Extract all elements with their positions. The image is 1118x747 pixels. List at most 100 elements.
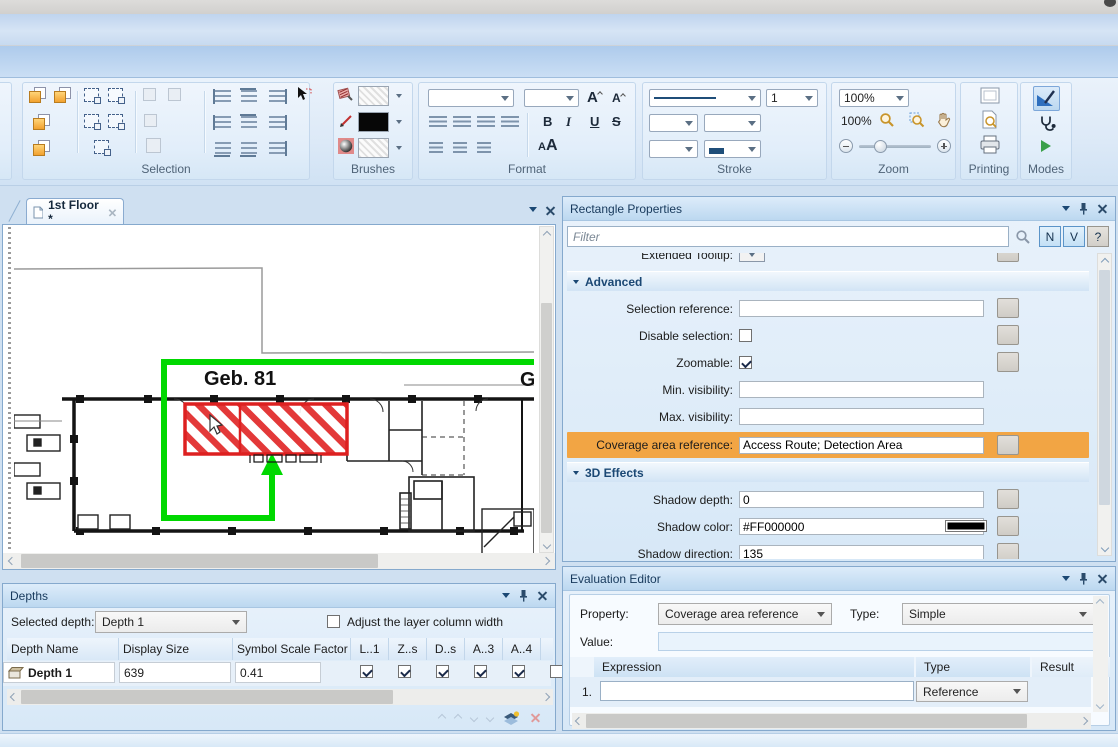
gradient-dropdown-icon[interactable] [396,146,402,150]
line-width-combo[interactable]: 1 [766,89,818,107]
stroke-pen-icon[interactable] [338,113,354,132]
property-input[interactable] [739,545,984,559]
font-family-combo[interactable] [428,89,514,107]
zoom-slider-track[interactable] [859,145,931,148]
column-header-4[interactable]: Z..s [389,638,427,660]
filter-help-button[interactable]: ? [1087,226,1109,247]
column-header-3[interactable]: L..1 [351,638,389,660]
column-header-0[interactable]: Depth Name [7,638,119,660]
property-checkbox[interactable] [739,356,752,369]
diagnostics-mode-icon[interactable] [1038,115,1056,136]
pin-icon[interactable] [519,589,528,602]
start-cap-combo[interactable] [649,114,698,132]
properties-vscrollbar[interactable] [1097,253,1112,556]
move-top-icon[interactable] [438,714,446,722]
property-input[interactable] [739,408,984,425]
align-text-left-icon[interactable] [429,116,447,128]
column-header-8[interactable]: L.. [541,638,553,660]
action-button[interactable] [997,352,1019,372]
depth-checkbox[interactable] [512,665,525,678]
delete-depth-icon[interactable] [530,713,541,724]
expression-input[interactable] [600,681,914,701]
column-header-1[interactable]: Display Size [119,638,233,660]
align-right-icon[interactable] [215,142,231,155]
select-points-icon[interactable] [84,114,99,128]
filter-input[interactable] [567,226,1009,247]
align-text-right-icon[interactable] [477,116,495,128]
line-preset-combo[interactable] [704,140,761,158]
move-bottom-icon[interactable] [486,714,494,722]
pin-icon[interactable] [1079,572,1088,585]
distribute-h-icon[interactable] [269,90,285,103]
panel-close-icon[interactable] [537,590,548,601]
depths-hscrollbar[interactable] [7,689,553,705]
align-text-center-icon[interactable] [453,116,471,128]
depth-checkbox[interactable] [550,665,563,678]
column-header-2[interactable]: Symbol Scale Factor [233,638,351,660]
column-type[interactable]: Type [916,657,1030,677]
fill-dropdown-icon[interactable] [396,94,402,98]
gradient-brush-icon[interactable] [338,138,354,157]
action-button[interactable] [997,298,1019,318]
column-expression[interactable]: Expression [594,657,914,677]
panel-menu-icon[interactable] [1062,576,1070,581]
action-button[interactable] [997,516,1019,536]
panel-close-icon[interactable] [1097,573,1108,584]
stroke-dropdown-icon[interactable] [396,120,402,124]
panel-menu-icon[interactable] [502,593,510,598]
align-center-h-icon[interactable] [241,116,257,129]
action-button[interactable] [997,435,1019,455]
panel-close-icon[interactable] [1097,203,1108,214]
zoom-out-button[interactable] [839,139,853,153]
strikethrough-button[interactable]: S [612,114,621,129]
scale-factor-cell[interactable]: 0.41 [235,662,321,683]
group-icon[interactable] [143,88,156,101]
property-input[interactable] [739,437,984,454]
zoom-level-combo[interactable]: 100% [839,89,909,107]
property-input[interactable] [739,491,984,508]
section-header[interactable]: Advanced [567,271,1089,291]
select-similar-icon[interactable] [94,140,109,154]
depth-checkbox[interactable] [360,665,373,678]
arrange-forward-icon[interactable] [29,87,46,103]
column-header-5[interactable]: D..s [427,638,465,660]
search-icon[interactable] [1015,229,1031,248]
action-button[interactable] [997,489,1019,509]
property-input[interactable] [739,381,984,398]
select-transform-icon[interactable] [108,88,123,102]
filter-value-button[interactable]: V [1063,226,1085,247]
combine-icon[interactable] [146,138,161,153]
page-setup-icon[interactable] [979,87,1001,108]
text-middle-icon[interactable] [453,142,467,154]
underline-button[interactable]: U [590,114,599,129]
depth-checkbox[interactable] [436,665,449,678]
pan-hand-icon[interactable] [936,112,951,131]
action-button[interactable] [997,253,1019,262]
text-top-icon[interactable] [429,142,443,154]
edit-mode-button[interactable] [1033,86,1060,111]
bold-button[interactable]: B [543,114,552,129]
new-depth-icon[interactable] [503,711,520,726]
tab-list-icon[interactable] [529,207,537,212]
coverage-rectangle[interactable] [185,404,347,454]
tab-1st-floor[interactable]: 1st Floor * [26,198,124,225]
move-down-icon[interactable] [470,714,478,722]
action-button[interactable] [997,325,1019,345]
adjust-width-checkbox[interactable] [327,615,340,628]
align-text-justify-icon[interactable] [501,116,519,128]
quick-select-icon[interactable] [296,86,313,106]
eval-hscrollbar[interactable] [572,713,1091,729]
selected-depth-combo[interactable]: Depth 1 [95,611,247,633]
line-style-combo[interactable] [649,89,761,107]
expression-type-combo[interactable]: Reference [916,681,1028,702]
merge-icon[interactable] [144,114,157,127]
zoom-in-button[interactable] [937,139,951,153]
column-header-6[interactable]: A..3 [465,638,503,660]
type-combo[interactable]: Simple [902,603,1094,625]
panel-menu-icon[interactable] [1062,206,1070,211]
zoom-selection-icon[interactable] [909,112,925,131]
fill-brush-icon[interactable] [337,86,354,106]
canvas-vscrollbar[interactable] [539,226,554,553]
font-style-icon[interactable]: AA [538,137,558,155]
font-size-combo[interactable] [524,89,579,107]
